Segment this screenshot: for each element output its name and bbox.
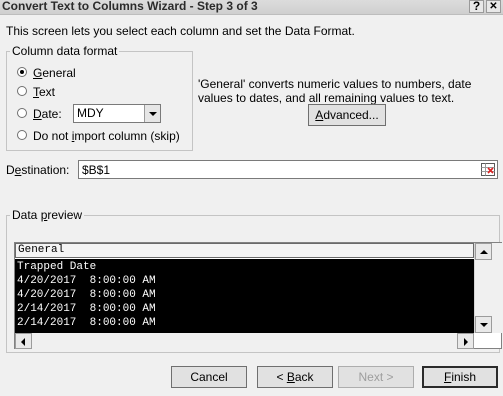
back-button[interactable]: < Back: [257, 366, 333, 388]
instructions-text: This screen lets you select each column …: [6, 24, 355, 38]
scroll-down-button[interactable]: [475, 316, 492, 333]
radio-date-indicator[interactable]: [17, 108, 27, 118]
radio-general[interactable]: General: [17, 66, 107, 80]
scroll-up-icon: [480, 250, 488, 254]
preview-row: Trapped Date: [17, 261, 97, 273]
destination-value: $B$1: [82, 163, 111, 177]
close-button[interactable]: ✕: [486, 0, 501, 13]
preview-column-header[interactable]: General: [15, 243, 474, 258]
scroll-right-button[interactable]: [457, 333, 474, 349]
preview-row: 4/20/2017 8:00:00 AM: [17, 275, 156, 287]
radio-general-label: General: [33, 66, 76, 80]
preview-vertical-scrollbar[interactable]: [474, 243, 503, 333]
scroll-right-icon: [464, 338, 468, 346]
date-format-value: MDY: [77, 106, 104, 120]
preview-column-data[interactable]: Trapped Date 4/20/2017 8:00:00 AM 4/20/2…: [15, 259, 474, 333]
next-button[interactable]: Next >: [338, 366, 414, 388]
range-picker-icon: [481, 163, 495, 176]
radio-skip-indicator[interactable]: [17, 130, 27, 140]
finish-button[interactable]: Finish: [422, 366, 498, 388]
help-button[interactable]: ?: [469, 0, 484, 13]
scroll-up-button[interactable]: [475, 243, 492, 260]
preview-row: 2/14/2017 8:00:00 AM: [17, 303, 156, 315]
range-picker-button[interactable]: [481, 163, 495, 176]
date-format-select[interactable]: MDY: [73, 104, 161, 123]
radio-skip[interactable]: Do not import column (skip): [17, 129, 187, 143]
radio-date[interactable]: Date:: [17, 107, 67, 121]
column-data-format-legend: Column data format: [10, 44, 120, 58]
chevron-down-icon: [149, 112, 157, 116]
data-preview-pane[interactable]: General Trapped Date 4/20/2017 8:00:00 A…: [14, 242, 503, 349]
radio-text-indicator[interactable]: [17, 86, 27, 96]
scroll-down-icon: [480, 323, 488, 327]
general-format-note: 'General' converts numeric values to num…: [198, 77, 472, 105]
radio-date-label: Date:: [33, 107, 62, 121]
date-format-dropdown-button[interactable]: [144, 105, 160, 122]
data-preview-legend: Data preview: [10, 208, 85, 222]
scroll-left-icon: [21, 338, 25, 346]
preview-row: 4/20/2017 8:00:00 AM: [17, 289, 156, 301]
advanced-button[interactable]: Advanced...: [308, 104, 386, 126]
cancel-button[interactable]: Cancel: [171, 366, 247, 388]
radio-text[interactable]: Text: [17, 85, 107, 99]
preview-horizontal-scrollbar[interactable]: [15, 333, 474, 349]
close-icon: ✕: [489, 1, 498, 12]
radio-general-indicator[interactable]: [17, 67, 27, 77]
radio-text-label: Text: [33, 85, 56, 99]
destination-label: Destination:: [6, 163, 70, 177]
radio-skip-label: Do not import column (skip): [33, 129, 180, 143]
scroll-left-button[interactable]: [15, 333, 32, 349]
destination-input[interactable]: $B$1: [78, 160, 498, 179]
title-bar: Convert Text to Columns Wizard - Step 3 …: [0, 0, 503, 15]
window-title: Convert Text to Columns Wizard - Step 3 …: [2, 0, 258, 13]
preview-row: 2/14/2017 8:00:00 AM: [17, 317, 156, 329]
